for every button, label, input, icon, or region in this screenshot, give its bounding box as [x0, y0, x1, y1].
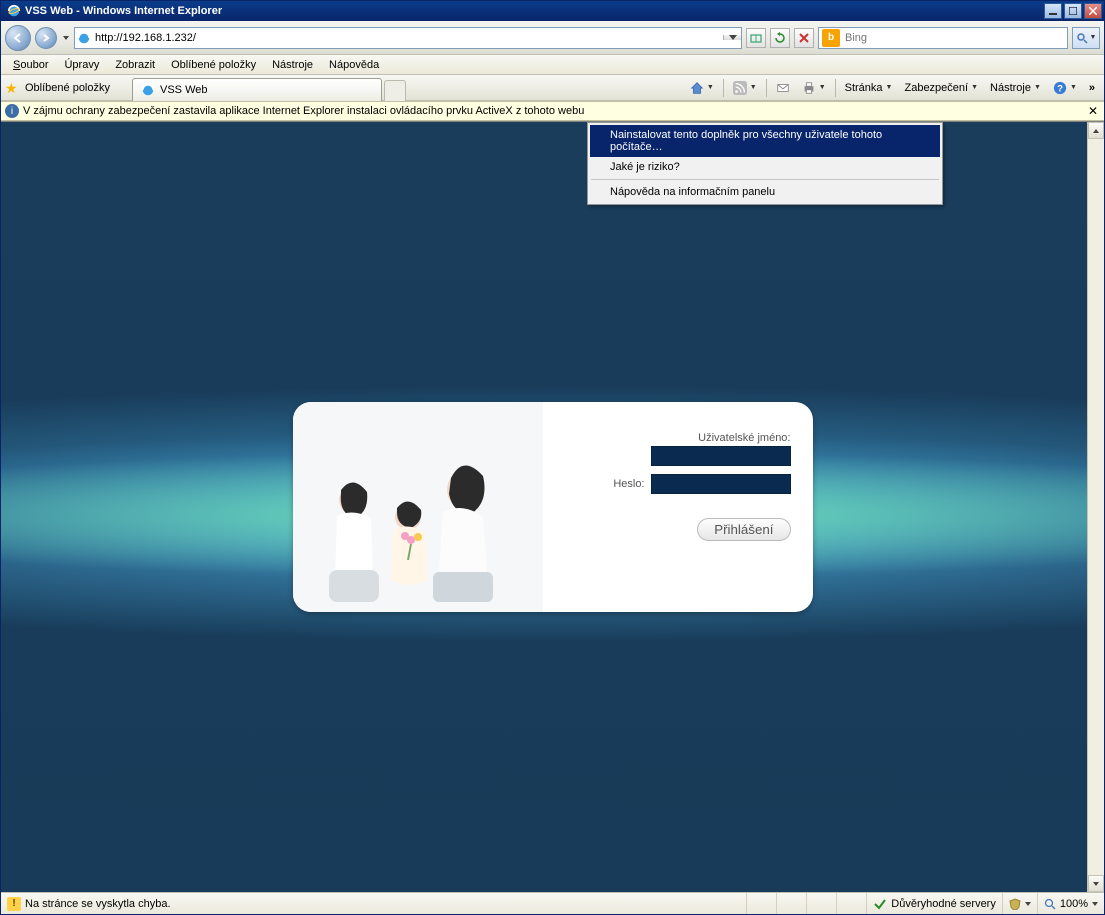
- search-button[interactable]: ▼: [1072, 27, 1100, 49]
- login-panel: Uživatelské jméno: Heslo: Přihlášení: [293, 402, 813, 612]
- zoom-icon: [1044, 898, 1056, 910]
- home-button[interactable]: ▼: [685, 77, 719, 99]
- close-button[interactable]: [1084, 3, 1102, 19]
- infobar-message: V zájmu ochrany zabezpečení zastavila ap…: [23, 105, 584, 117]
- status-error-text: Na stránce se vyskytla chyba.: [25, 898, 171, 910]
- window-titlebar: VSS Web - Windows Internet Explorer: [1, 1, 1104, 21]
- status-pane-4[interactable]: [836, 893, 866, 914]
- information-bar[interactable]: i V zájmu ochrany zabezpečení zastavila …: [1, 101, 1104, 121]
- status-zoom-pane[interactable]: 100%: [1037, 893, 1104, 914]
- info-icon: i: [5, 104, 19, 118]
- menu-favorites[interactable]: Oblíbené položky: [163, 57, 264, 73]
- mail-button[interactable]: [771, 77, 795, 99]
- scroll-track[interactable]: [1088, 139, 1104, 875]
- username-label: Uživatelské jméno:: [543, 432, 791, 444]
- address-dropdown[interactable]: [723, 35, 741, 40]
- minimize-button[interactable]: [1044, 3, 1062, 19]
- status-error-pane[interactable]: ! Na stránce se vyskytla chyba.: [1, 893, 177, 914]
- password-input[interactable]: [651, 474, 791, 494]
- context-menu-install[interactable]: Nainstalovat tento doplněk pro všechny u…: [590, 125, 940, 157]
- feeds-button[interactable]: ▼: [728, 77, 762, 99]
- menu-edit[interactable]: Úpravy: [56, 57, 107, 73]
- command-bar: ▼ ▼ ▼ Stránka▼ Zabezpečení▼ Nástroje▼ ?▼…: [685, 77, 1100, 99]
- status-protected-mode[interactable]: [1002, 893, 1037, 914]
- status-pane-2[interactable]: [776, 893, 806, 914]
- menubar: Soubor Úpravy Zobrazit Oblíbené položky …: [1, 55, 1104, 75]
- favorites-star-icon[interactable]: ★: [5, 81, 19, 95]
- checkmark-icon: [873, 897, 887, 911]
- search-input[interactable]: [843, 31, 1067, 45]
- menu-help[interactable]: Nápověda: [321, 57, 387, 73]
- login-submit-button[interactable]: Přihlášení: [697, 518, 790, 541]
- scroll-up-button[interactable]: [1088, 122, 1104, 139]
- status-zone-text: Důvěryhodné servery: [891, 898, 996, 910]
- vertical-scrollbar[interactable]: [1087, 122, 1104, 892]
- context-menu-risk[interactable]: Jaké je riziko?: [590, 157, 940, 177]
- tab-strip: VSS Web: [132, 75, 679, 101]
- username-input[interactable]: [651, 446, 791, 466]
- nav-history-dropdown[interactable]: [61, 25, 70, 51]
- page-menu[interactable]: Stránka▼: [840, 77, 898, 99]
- shield-icon: [1009, 898, 1021, 910]
- window-controls: [1044, 3, 1102, 19]
- page-viewport: Nainstalovat tento doplněk pro všechny u…: [1, 121, 1104, 892]
- address-input[interactable]: [93, 32, 723, 44]
- address-bar[interactable]: [74, 27, 742, 49]
- status-pane-3[interactable]: [806, 893, 836, 914]
- stop-button[interactable]: [794, 28, 814, 48]
- login-form: Uživatelské jméno: Heslo: Přihlášení: [543, 402, 813, 612]
- compat-view-button[interactable]: [746, 28, 766, 48]
- maximize-button[interactable]: [1064, 3, 1082, 19]
- ie-icon: [7, 4, 21, 18]
- status-zone-pane[interactable]: Důvěryhodné servery: [866, 893, 1002, 914]
- menu-file[interactable]: Soubor: [5, 57, 56, 73]
- tab-active[interactable]: VSS Web: [132, 78, 382, 101]
- new-tab-button[interactable]: [384, 80, 406, 101]
- login-illustration: [293, 402, 543, 612]
- print-button[interactable]: ▼: [797, 77, 831, 99]
- favorites-label[interactable]: Oblíbené položky: [25, 82, 110, 94]
- bing-icon: b: [822, 29, 840, 47]
- navigation-toolbar: b ▼: [1, 21, 1104, 55]
- warning-icon: !: [7, 897, 21, 911]
- ie-window: VSS Web - Windows Internet Explorer b ▼: [0, 0, 1105, 915]
- tab-title: VSS Web: [160, 84, 208, 96]
- status-pane-1[interactable]: [746, 893, 776, 914]
- context-menu-help[interactable]: Nápověda na informačním panelu: [590, 182, 940, 202]
- scroll-down-button[interactable]: [1088, 875, 1104, 892]
- password-label: Heslo:: [613, 478, 644, 490]
- back-button[interactable]: [5, 25, 31, 51]
- infobar-context-menu: Nainstalovat tento doplněk pro všechny u…: [587, 122, 943, 205]
- window-title: VSS Web - Windows Internet Explorer: [25, 5, 1044, 17]
- refresh-button[interactable]: [770, 28, 790, 48]
- infobar-close[interactable]: ✕: [1086, 104, 1100, 118]
- status-bar: ! Na stránce se vyskytla chyba. Důvěryho…: [1, 892, 1104, 914]
- tab-favicon: [141, 83, 155, 97]
- favorites-bar: ★ Oblíbené položky VSS Web ▼ ▼ ▼ Stránka…: [1, 75, 1104, 101]
- chevron-more[interactable]: »: [1084, 77, 1100, 99]
- safety-menu[interactable]: Zabezpečení▼: [899, 77, 983, 99]
- svg-text:?: ?: [1057, 83, 1063, 94]
- search-box[interactable]: b: [818, 27, 1068, 49]
- forward-button[interactable]: [35, 27, 57, 49]
- page-icon: [75, 31, 93, 45]
- menu-view[interactable]: Zobrazit: [107, 57, 163, 73]
- menu-tools[interactable]: Nástroje: [264, 57, 321, 73]
- status-zoom-text: 100%: [1060, 898, 1088, 910]
- help-button[interactable]: ?▼: [1048, 77, 1082, 99]
- tools-menu[interactable]: Nástroje▼: [985, 77, 1046, 99]
